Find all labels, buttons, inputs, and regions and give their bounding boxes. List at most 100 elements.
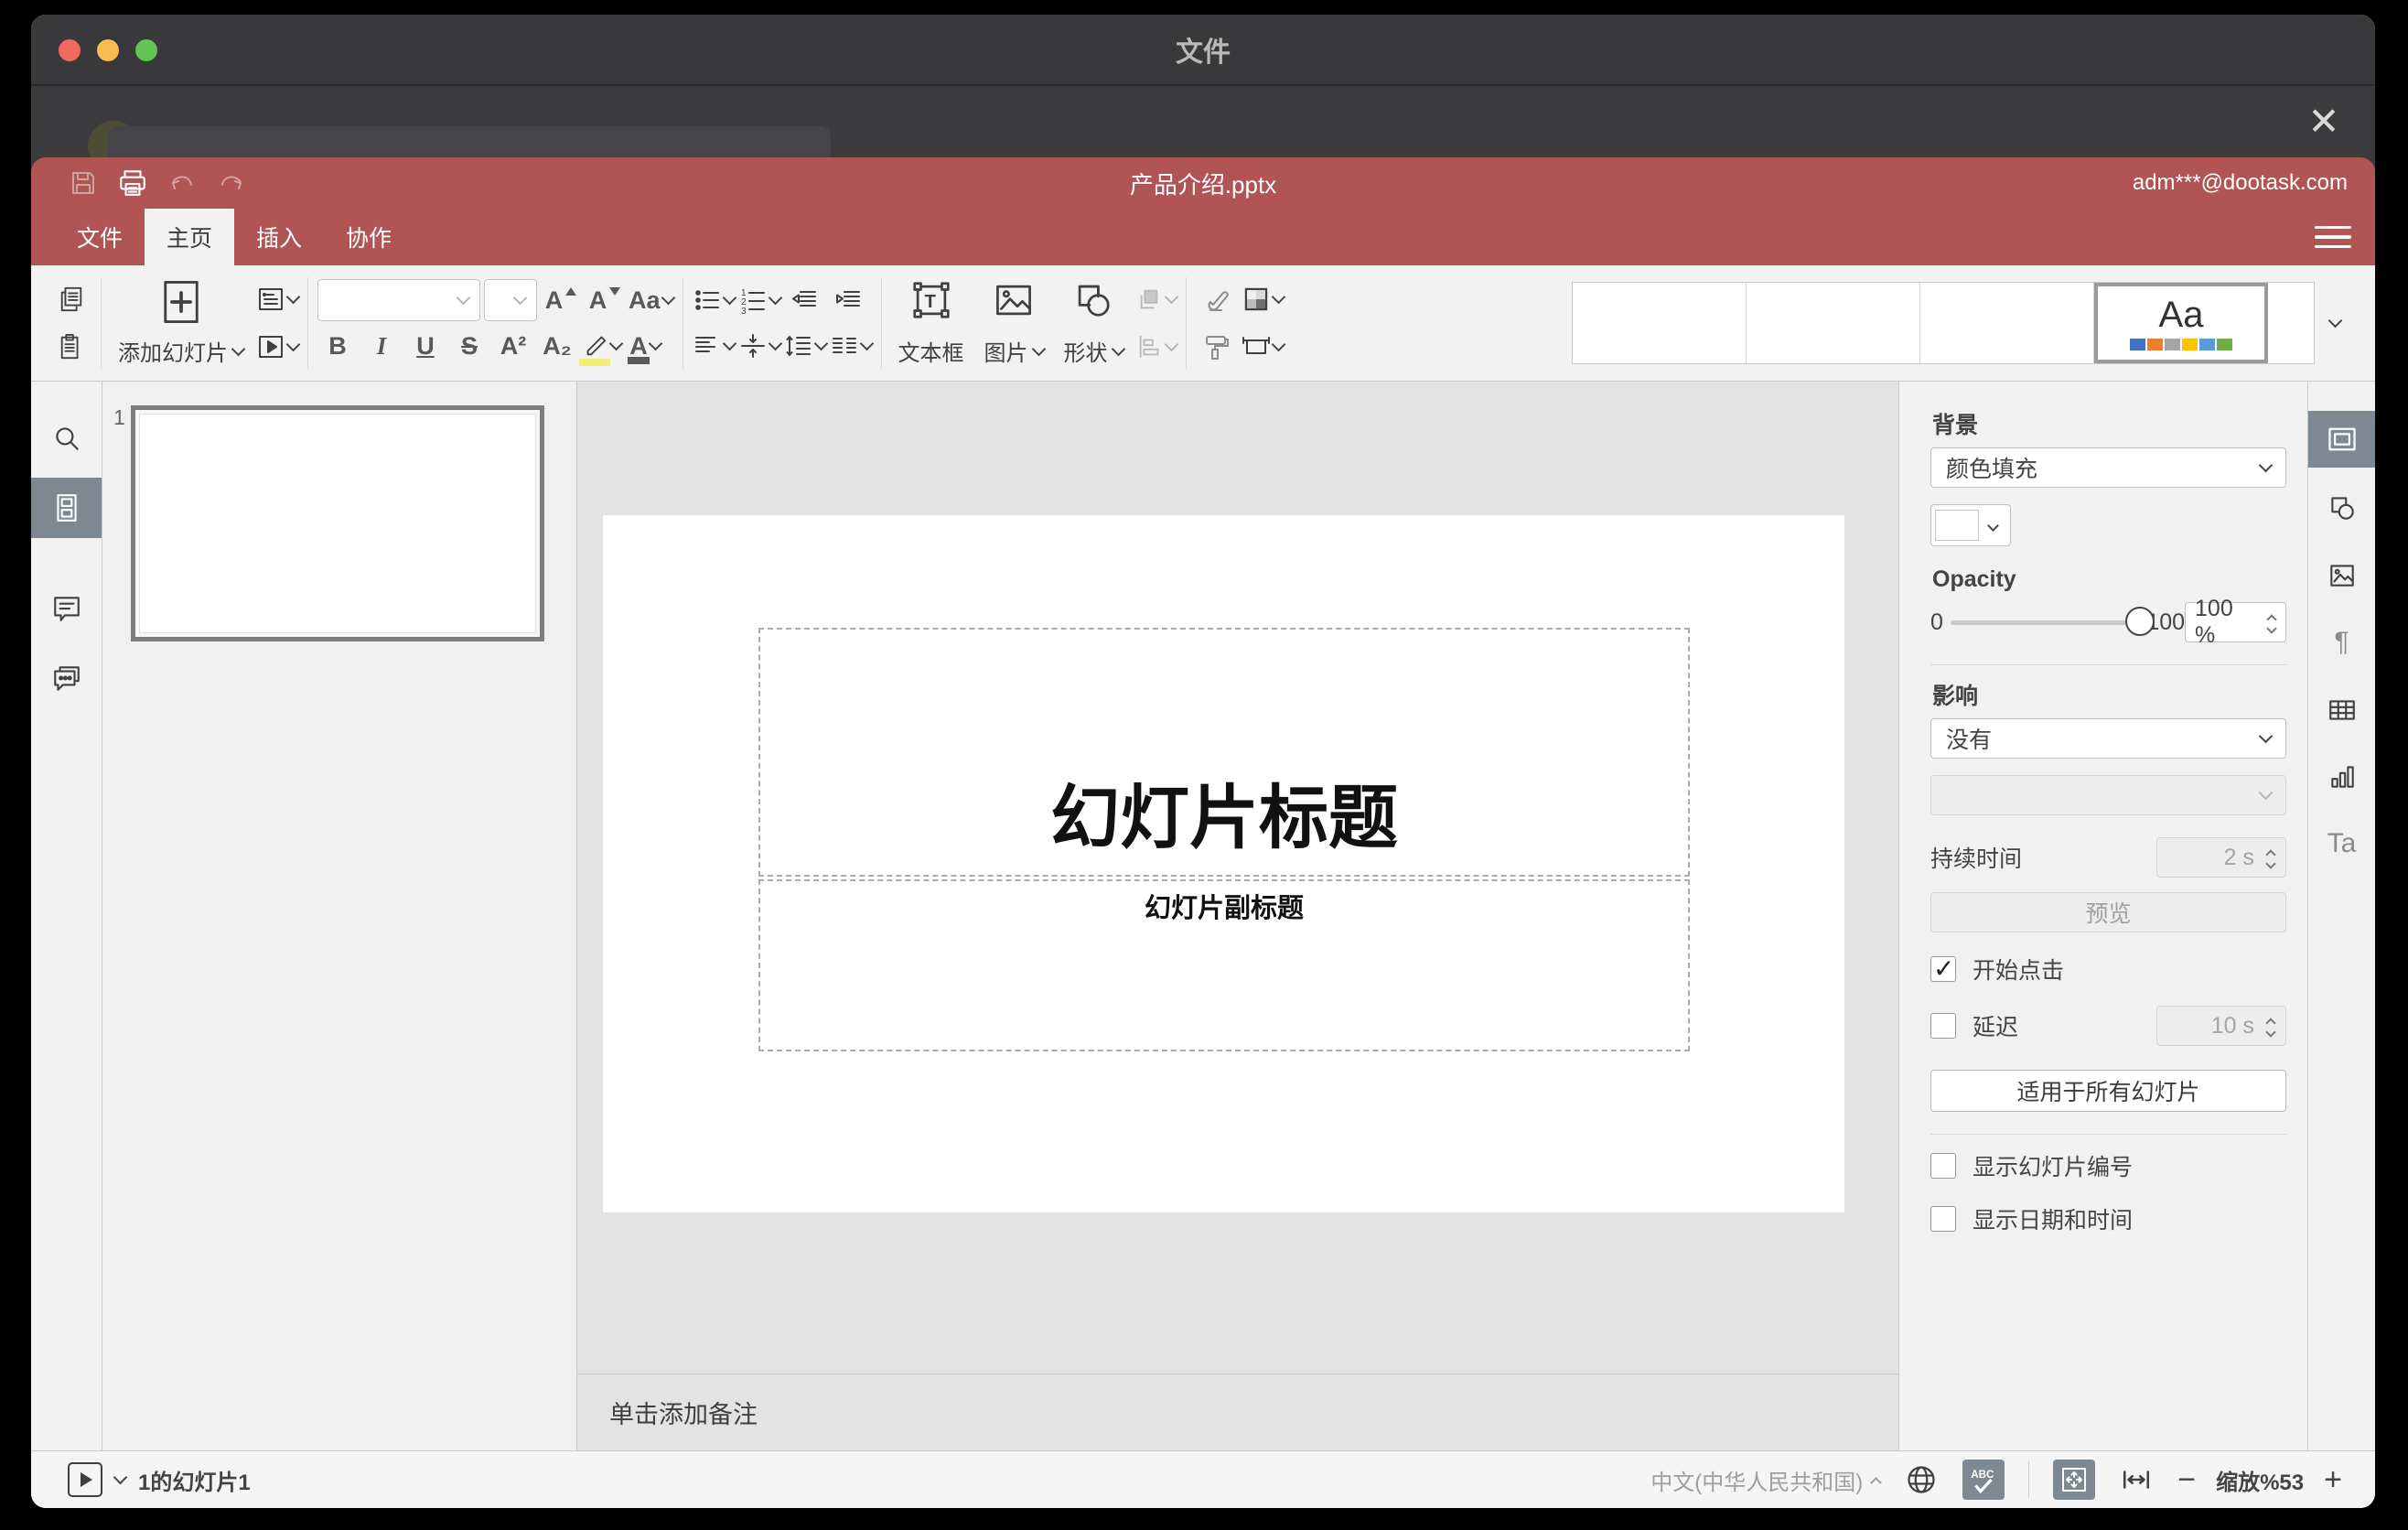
slide[interactable]: 幻灯片标题 幻灯片副标题: [603, 515, 1844, 1212]
slide-thumbnail-1[interactable]: [131, 405, 544, 641]
notes-area[interactable]: 单击添加备注: [577, 1374, 1898, 1450]
start-slideshow-status-icon[interactable]: [68, 1462, 102, 1497]
background-fill-select[interactable]: 颜色填充: [1930, 447, 2286, 488]
highlight-color-button[interactable]: [579, 326, 624, 366]
theme-option[interactable]: [1573, 283, 1747, 363]
strikethrough-button[interactable]: S: [449, 326, 489, 366]
chevron-down-icon: [1164, 289, 1178, 305]
save-icon[interactable]: [59, 162, 108, 204]
vertical-align-button[interactable]: [738, 326, 782, 366]
fit-to-width-icon[interactable]: [2115, 1460, 2157, 1500]
comments-icon[interactable]: [31, 578, 102, 639]
slide-number: 1: [113, 405, 125, 429]
redo-icon[interactable]: [207, 162, 256, 204]
set-language-icon[interactable]: [1900, 1460, 1942, 1500]
opacity-input[interactable]: 100 %: [2185, 596, 2286, 648]
bullet-list-button[interactable]: [693, 280, 736, 320]
opacity-slider-knob[interactable]: [2125, 606, 2155, 636]
opacity-slider[interactable]: [1950, 606, 2155, 636]
start-on-click-checkbox[interactable]: [1930, 954, 1956, 984]
bold-button[interactable]: B: [317, 326, 358, 366]
columns-button[interactable]: [830, 326, 874, 366]
undo-icon[interactable]: [157, 162, 207, 204]
horizontal-align-button[interactable]: [693, 326, 736, 366]
search-icon[interactable]: [31, 408, 102, 469]
align-shapes-button[interactable]: [1136, 327, 1178, 367]
chevron-down-icon: [1164, 337, 1178, 352]
font-color-button[interactable]: A: [625, 326, 665, 366]
chat-icon[interactable]: [31, 648, 102, 708]
apply-to-all-slides-button[interactable]: 适用于所有幻灯片: [1930, 1070, 2286, 1112]
fit-to-slide-icon[interactable]: [2053, 1460, 2096, 1500]
numbered-list-button[interactable]: 123: [738, 280, 782, 320]
italic-button[interactable]: I: [361, 326, 402, 366]
effect-type-select[interactable]: [1930, 775, 2286, 815]
tab-home[interactable]: 主页: [145, 209, 235, 265]
change-case-button[interactable]: Aa: [629, 280, 675, 320]
spinner[interactable]: [2262, 1017, 2280, 1038]
subscript-button[interactable]: A₂: [537, 326, 577, 366]
theme-option-selected[interactable]: Aa: [2094, 283, 2268, 363]
add-slide-button[interactable]: 添加幻灯片: [111, 277, 251, 369]
chevron-down-icon: [285, 337, 301, 352]
tab-insert[interactable]: 插入: [234, 209, 324, 265]
decrease-indent-button[interactable]: [784, 280, 824, 320]
spellcheck-icon[interactable]: ABC: [1962, 1460, 2005, 1500]
font-name-combo[interactable]: [317, 279, 480, 321]
background-color-picker[interactable]: [1930, 504, 2011, 546]
delay-input[interactable]: 10 s: [2156, 1006, 2286, 1046]
menu-icon[interactable]: [2315, 221, 2351, 253]
subtitle-placeholder[interactable]: 幻灯片副标题: [758, 879, 1690, 1051]
language-selector[interactable]: 中文(中华人民共和国): [1650, 1464, 1883, 1496]
chevron-down-icon: [2258, 458, 2274, 473]
increase-font-button[interactable]: A: [541, 280, 581, 320]
close-icon[interactable]: ✕: [2298, 95, 2349, 146]
chart-settings-icon[interactable]: [2308, 749, 2375, 805]
zoom-in-button[interactable]: +: [2324, 1464, 2342, 1495]
tab-file[interactable]: 文件: [55, 209, 145, 265]
insert-textbox-button[interactable]: T 文本框: [891, 277, 972, 369]
copy-style-button[interactable]: [1196, 327, 1236, 367]
image-settings-icon[interactable]: [2308, 547, 2375, 604]
theme-gallery-expand-button[interactable]: [2315, 282, 2355, 364]
tab-collaboration[interactable]: 协作: [324, 209, 414, 265]
paste-icon[interactable]: [51, 327, 91, 367]
chevron-down-icon[interactable]: [113, 1470, 128, 1485]
underline-button[interactable]: U: [405, 326, 446, 366]
spinner[interactable]: [2263, 613, 2280, 634]
insert-image-button[interactable]: 图片: [977, 277, 1051, 369]
decrease-font-button[interactable]: A: [585, 280, 625, 320]
slides-panel-icon[interactable]: [31, 478, 102, 538]
zoom-out-button[interactable]: −: [2177, 1464, 2196, 1495]
superscript-button[interactable]: A²: [493, 326, 533, 366]
theme-option[interactable]: [1920, 283, 2094, 363]
theme-option[interactable]: [2268, 283, 2314, 363]
effect-select[interactable]: 没有: [1930, 718, 2286, 759]
font-size-combo[interactable]: [484, 279, 537, 321]
print-icon[interactable]: [108, 162, 157, 204]
line-spacing-button[interactable]: [784, 326, 828, 366]
delay-checkbox[interactable]: [1930, 1013, 1956, 1039]
duration-input[interactable]: 2 s: [2156, 837, 2286, 878]
copy-icon[interactable]: [51, 279, 91, 319]
preview-button[interactable]: 预览: [1930, 892, 2286, 932]
theme-option[interactable]: [1747, 283, 1920, 363]
slide-settings-icon[interactable]: [2308, 411, 2375, 468]
show-date-time-checkbox[interactable]: [1930, 1206, 1956, 1232]
slide-size-button[interactable]: [1242, 327, 1285, 367]
clear-style-button[interactable]: [1196, 279, 1236, 319]
textart-settings-icon[interactable]: Ta: [2308, 815, 2375, 872]
color-scheme-button[interactable]: [1242, 279, 1285, 319]
slide-canvas[interactable]: 幻灯片标题 幻灯片副标题: [577, 382, 1898, 1374]
slide-layout-button[interactable]: [256, 279, 301, 319]
table-settings-icon[interactable]: [2308, 682, 2375, 738]
title-placeholder[interactable]: 幻灯片标题: [758, 628, 1690, 877]
start-slideshow-button[interactable]: [256, 327, 301, 367]
spinner[interactable]: [2262, 848, 2280, 869]
paragraph-settings-icon[interactable]: ¶: [2308, 614, 2375, 671]
insert-shape-button[interactable]: 形状: [1057, 277, 1131, 369]
increase-indent-button[interactable]: [828, 280, 868, 320]
shape-settings-icon[interactable]: [2308, 479, 2375, 536]
show-slide-number-checkbox[interactable]: [1930, 1153, 1956, 1179]
arrange-shapes-button[interactable]: [1136, 279, 1178, 319]
